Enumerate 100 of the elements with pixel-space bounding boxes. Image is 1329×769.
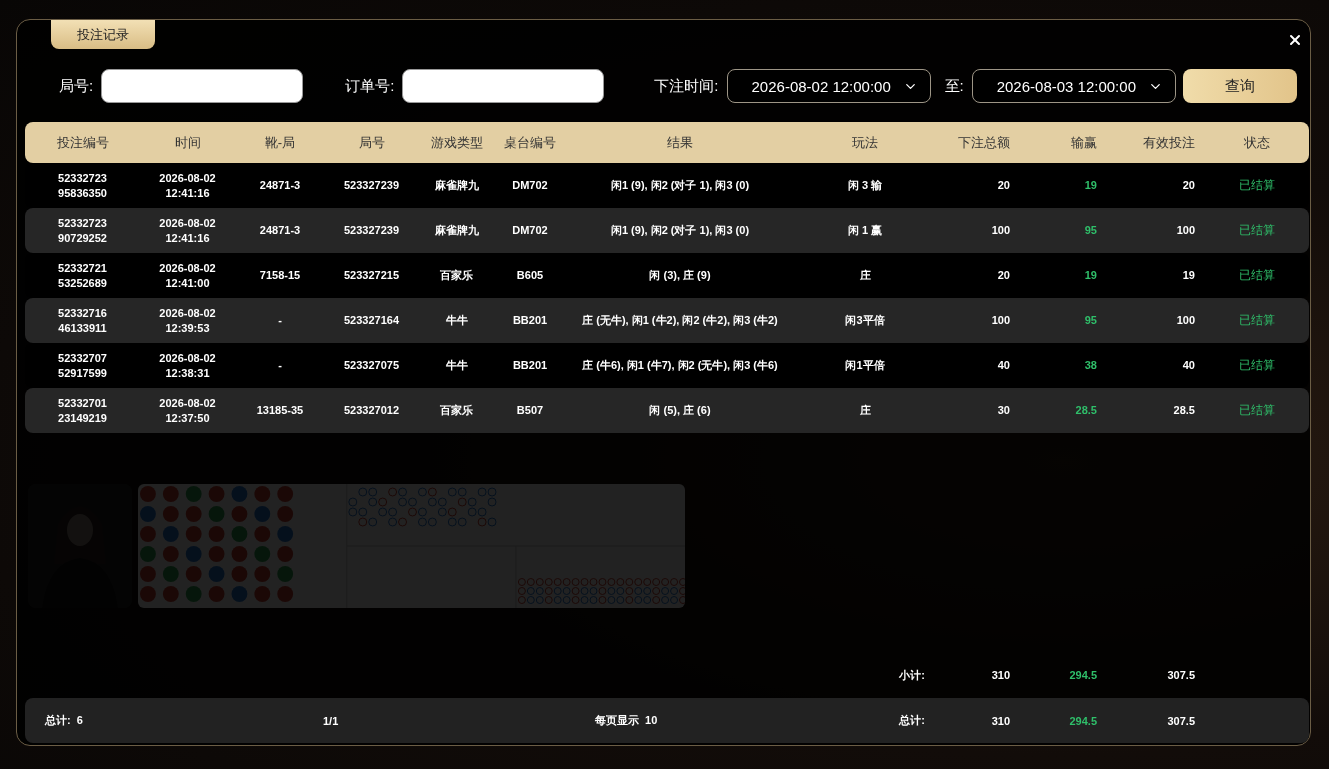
table-cell-text: 闲1平倍 [844, 358, 886, 373]
table-cell-text: 100 [990, 313, 1011, 328]
table-cell: 5233272395836350 [58, 170, 107, 201]
column-header: 玩法 [851, 133, 879, 152]
table-cell-text: 523327012 [342, 403, 401, 418]
column-header: 局号 [357, 133, 386, 152]
table-cell-text: 闲1 (9), 闲2 (对子 1), 闲3 (0) [609, 223, 751, 238]
table-cell-text: 牛牛 [444, 358, 469, 373]
time-label: 下注时间: [654, 76, 719, 96]
table-cell-text: 523327075 [342, 358, 401, 373]
table-cell-text: 庄 [858, 403, 872, 418]
column-header: 投注编号 [55, 133, 110, 152]
column-header: 输赢 [1070, 133, 1098, 152]
round-label: 局号: [59, 76, 94, 96]
table-cell-text: 100 [1175, 223, 1196, 238]
table-cell-text: 2026-08-02 12:39:53 [158, 305, 217, 336]
query-button[interactable]: 查询 [1182, 69, 1297, 103]
subtotal-label: 小计: [898, 667, 926, 683]
table-cell-text: 百家乐 [439, 268, 474, 283]
table-cell-text: 闲 1 赢 [846, 223, 884, 238]
table-cell-text: DM702 [511, 178, 549, 193]
table-cell-text: 7158-15 [258, 268, 302, 283]
table-cell-text: 523327215 [342, 268, 401, 283]
table-cell-text: 40 [996, 358, 1011, 373]
table-cell-text: BB201 [511, 313, 549, 328]
column-header: 结果 [666, 133, 694, 152]
table-cell-text: 闲1 (9), 闲2 (对子 1), 闲3 (0) [609, 178, 751, 193]
close-icon [1287, 32, 1303, 48]
table-cell-text: 已结算 [1238, 357, 1276, 374]
table-cell-text: 已结算 [1238, 177, 1276, 194]
table-cell-text: 闲 3 输 [846, 178, 884, 193]
bet-record-tab[interactable]: 投注记录 [51, 20, 155, 49]
table-cell-text: 20 [996, 268, 1011, 283]
table-cell-text: 已结算 [1238, 222, 1276, 239]
total-valid: 307.5 [1166, 714, 1196, 727]
table-cell: 5233270123149219 [58, 395, 107, 426]
table-cell-text: 已结算 [1238, 267, 1276, 284]
table-cell-text: 20 [1181, 178, 1196, 193]
table-cell-text: 19 [1083, 268, 1098, 283]
table-cell-text: 2026-08-02 12:41:16 [158, 170, 217, 201]
table-cell-text: 100 [1175, 313, 1196, 328]
table-cell-text: 95 [1083, 313, 1098, 328]
table-cell-text: 100 [990, 223, 1011, 238]
order-label: 订单号: [345, 76, 395, 96]
table-cell: 5233270752917599 [58, 350, 107, 381]
table-cell-text: 2026-08-02 12:38:31 [158, 350, 217, 381]
table-cell-text: 28.5 [1172, 403, 1196, 418]
table-cell-text: 13185-35 [255, 403, 305, 418]
table-cell-text: 麻雀牌九 [433, 178, 480, 193]
table-cell-text: 已结算 [1238, 402, 1276, 419]
table-cell-text: B507 [515, 403, 545, 418]
table-cell-text: 19 [1181, 268, 1196, 283]
column-header: 靴-局 [263, 133, 297, 152]
table-cell-text: 20 [996, 178, 1011, 193]
column-header: 游戏类型 [429, 133, 484, 152]
table-cell-text: 闲 (3), 庄 (9) [648, 268, 712, 283]
table-cell-text: 28.5 [1074, 403, 1098, 418]
table-cell: 5233271646133911 [58, 305, 107, 336]
table-cell-text: 庄 (牛6), 闲1 (牛7), 闲2 (无牛), 闲3 (牛6) [581, 358, 779, 373]
subtotal-valid: 307.5 [1166, 669, 1196, 681]
total-win: 294.5 [1068, 714, 1098, 727]
table-cell-text: 24871-3 [258, 178, 302, 193]
table-cell-text: 已结算 [1238, 312, 1276, 329]
column-header: 状态 [1243, 133, 1271, 152]
table-cell-text: 牛牛 [444, 313, 469, 328]
table-cell-text: 24871-3 [258, 223, 302, 238]
table-cell-text: 闲 (5), 庄 (6) [648, 403, 712, 418]
table-cell-text: 38 [1083, 358, 1098, 373]
table-cell: 5233272390729252 [58, 215, 107, 246]
page-size: 每页显示 10 [595, 713, 658, 728]
table-cell-text: 40 [1181, 358, 1196, 373]
total-label: 总计: [897, 713, 926, 728]
subtotal-win: 294.5 [1068, 669, 1098, 681]
table-cell-text: 2026-08-02 12:41:16 [158, 215, 217, 246]
column-header: 有效投注 [1142, 133, 1196, 152]
round-input[interactable] [101, 69, 304, 103]
end-time-select[interactable]: 2026-08-03 12:00:00 [971, 69, 1176, 103]
table-cell-text: 麻雀牌九 [433, 223, 480, 238]
table-cell-text: DM702 [511, 223, 549, 238]
total-count: 总计: 6 [45, 713, 83, 728]
table-cell-text: 百家乐 [439, 403, 474, 418]
page-indicator: 1/1 [323, 714, 339, 727]
table-cell-text: 庄 (无牛), 闲1 (牛2), 闲2 (牛2), 闲3 (牛2) [581, 313, 779, 328]
table-cell-text: B605 [515, 268, 545, 283]
order-input[interactable] [402, 69, 605, 103]
table-cell: 5233272153252689 [58, 260, 107, 291]
table-cell-text: 95 [1083, 223, 1098, 238]
column-header: 时间 [173, 133, 202, 152]
total-amount: 310 [990, 714, 1011, 727]
to-label: 至: [944, 76, 964, 96]
start-time-select[interactable]: 2026-08-02 12:00:00 [726, 69, 931, 103]
table-cell-text: 2026-08-02 12:41:00 [158, 260, 217, 291]
subtotal-amount: 310 [990, 669, 1011, 681]
table-cell-text: 523327239 [342, 223, 401, 238]
table-cell-text: 523327164 [342, 313, 401, 328]
table-cell-text: 30 [996, 403, 1011, 418]
table-cell-text: 523327239 [342, 178, 401, 193]
table-cell-text: - [277, 358, 283, 373]
column-header: 下注总额 [957, 133, 1011, 152]
table-cell-text: BB201 [511, 358, 549, 373]
